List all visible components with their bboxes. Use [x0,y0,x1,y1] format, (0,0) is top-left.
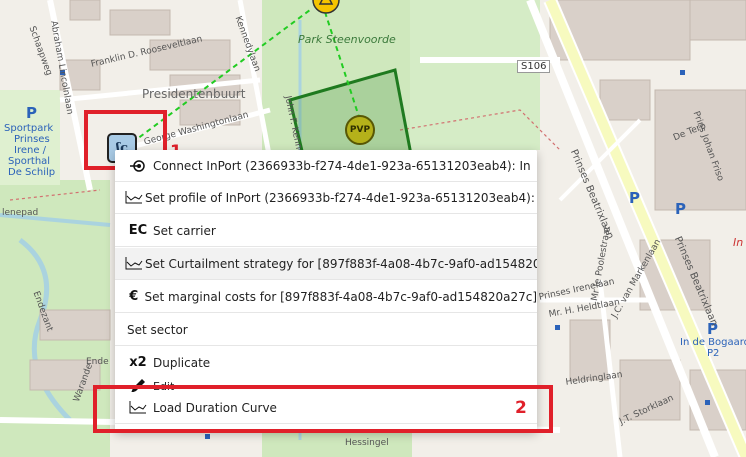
euro-icon: € [129,289,139,304]
menu-item-load-duration-curve[interactable]: Load Duration Curve [115,392,537,424]
profile-chart-icon [125,401,151,414]
menu-item-set-curtailment[interactable]: Set Curtailment strategy for [897f883f-4… [115,248,537,280]
menu-item-set-sector[interactable]: Set sector [115,314,537,346]
context-menu: Connect InPort (2366933b-f274-4de1-923a-… [115,150,537,431]
menu-item-connect-inport[interactable]: Connect InPort (2366933b-f274-4de1-923a-… [115,150,537,182]
menu-item-label: Set carrier [153,223,216,238]
warning-marker-icon[interactable] [312,0,340,16]
menu-item-label: Edit [153,379,175,393]
menu-item-set-marginal-costs[interactable]: € Set marginal costs for [897f883f-4a08-… [115,281,537,313]
pvp-marker[interactable]: PVP [345,115,375,145]
menu-item-label: Set Curtailment strategy for [897f883f-4… [145,256,537,271]
menu-item-label: Set profile of InPort (2366933b-f274-4de… [145,190,537,205]
menu-item-label: Duplicate [153,355,211,370]
profile-chart-icon [125,257,143,270]
connect-icon [125,159,151,173]
carrier-icon: EC [128,223,148,238]
menu-item-label: Load Duration Curve [153,400,277,415]
duplicate-icon: x2 [129,355,147,370]
callout-number-2: 2 [515,398,527,418]
menu-item-duplicate[interactable]: x2 Duplicate [115,347,537,379]
menu-item-label: Set sector [127,322,188,337]
menu-item-set-carrier[interactable]: EC Set carrier [115,215,537,247]
menu-item-label: Set marginal costs for [897f883f-4a08-4b… [144,289,538,304]
menu-item-label: Connect InPort (2366933b-f274-4de1-923a-… [153,158,531,173]
profile-chart-icon [125,191,143,204]
menu-item-set-profile[interactable]: Set profile of InPort (2366933b-f274-4de… [115,182,537,214]
